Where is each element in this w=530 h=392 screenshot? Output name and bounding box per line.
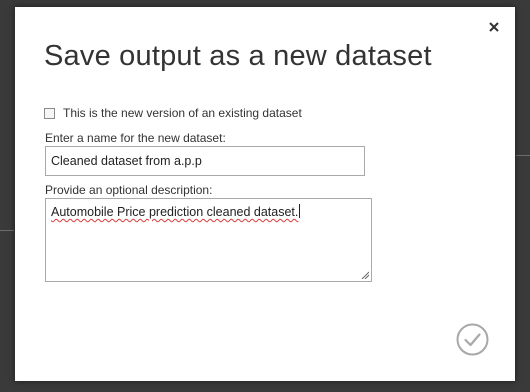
name-label: Enter a name for the new dataset: [45,131,226,145]
new-version-checkbox[interactable] [44,107,55,119]
description-label: Provide an optional description: [45,183,213,197]
description-text: Automobile Price prediction cleaned data… [51,205,299,219]
backdrop-line [0,230,14,231]
dialog-title: Save output as a new dataset [44,40,432,72]
description-textarea[interactable]: Automobile Price prediction cleaned data… [45,198,372,282]
close-icon [489,22,499,32]
dataset-name-input[interactable] [45,146,365,176]
backdrop-line [516,155,530,156]
new-version-checkbox-label: This is the new version of an existing d… [63,106,302,120]
ok-button[interactable] [456,323,489,356]
save-dataset-dialog: Save output as a new dataset This is the… [15,7,515,381]
close-button[interactable] [486,19,502,35]
text-caret [299,204,301,218]
resize-grip-icon[interactable] [361,271,369,279]
checkmark-circle-icon [456,323,489,356]
new-version-checkbox-row[interactable]: This is the new version of an existing d… [44,106,302,120]
